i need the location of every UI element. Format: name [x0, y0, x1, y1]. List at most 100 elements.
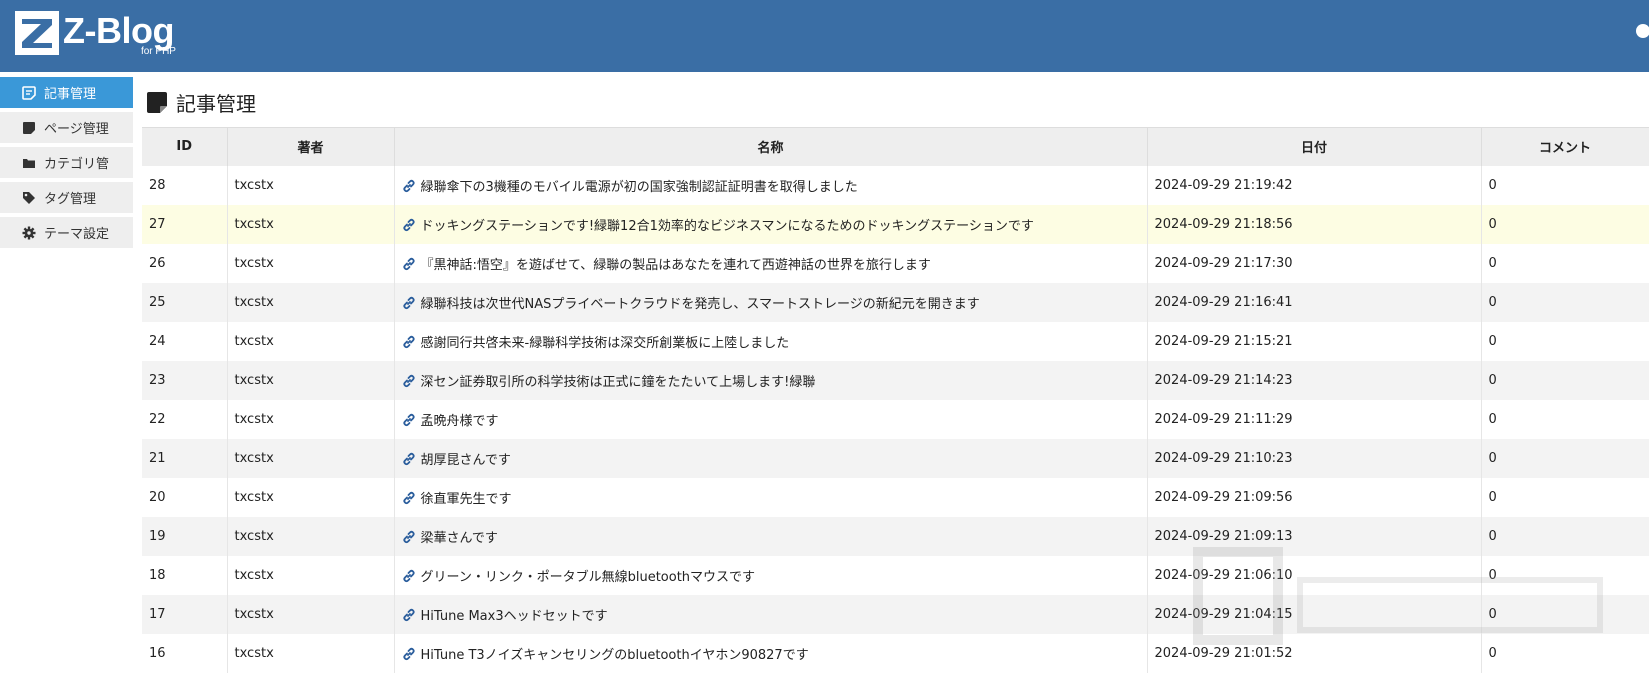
brand-name: Z-Blog for PHP — [63, 10, 176, 58]
sidebar: 記事管理ページ管理カテゴリ管タグ管理テーマ設定 — [0, 77, 133, 252]
cell-id: 22 — [142, 399, 228, 439]
article-title-link[interactable]: 『黒神話:悟空』を遊ばせて、緑聯の製品はあなたを連れて西遊神話の世界を旅行します — [421, 258, 931, 273]
table-row: 19 txcstx 梁華さんです 2024-09-29 21:09:13 0 — [142, 516, 1649, 556]
cell-title[interactable]: 緑聯科技は次世代NASプライベートクラウドを発売し、スマートストレージの新紀元を… — [394, 282, 1148, 322]
cell-comments: 0 — [1481, 204, 1649, 244]
cell-date: 2024-09-29 21:19:42 — [1147, 165, 1482, 205]
sidebar-item-folder[interactable]: カテゴリ管 — [0, 147, 133, 178]
sidebar-item-page[interactable]: ページ管理 — [0, 112, 133, 143]
cell-author: txcstx — [227, 165, 395, 205]
link-icon — [402, 491, 416, 505]
article-title-link[interactable]: 梁華さんです — [421, 531, 498, 546]
table-row: 18 txcstx グリーン・リンク・ポータブル無線bluetoothマウスです 20… — [142, 555, 1649, 595]
article-title-link[interactable]: 孟晩舟様です — [421, 414, 499, 429]
article-title-link[interactable]: 深セン証券取引所の科学技術は正式に鐘をたたいて上場します!緑聯 — [421, 375, 816, 390]
sidebar-item-label: カテゴリ管 — [44, 157, 110, 172]
column-header-comments[interactable]: コメント — [1481, 127, 1649, 166]
cell-date: 2024-09-29 21:09:13 — [1147, 516, 1482, 556]
cell-date: 2024-09-29 21:18:56 — [1147, 204, 1482, 244]
cell-title[interactable]: ドッキングステーションです!緑聯12合1効率的なビジネスマンになるためのドッキン… — [394, 204, 1148, 244]
table-row: 17 txcstx HiTune Max3ヘッドセットです 2024-09-29 21… — [142, 594, 1649, 634]
cell-title[interactable]: HiTune T3ノイズキャンセリングのbluetoothイヤホン90827です — [394, 633, 1148, 673]
table-row: 28 txcstx 緑聯傘下の3機種のモバイル電源が初の国家強制認証証明書を取得しま… — [142, 165, 1649, 205]
cell-author: txcstx — [227, 516, 395, 556]
cell-comments: 0 — [1481, 477, 1649, 517]
cell-id: 21 — [142, 438, 228, 478]
article-title-link[interactable]: HiTune Max3ヘッドセットです — [421, 609, 608, 624]
cell-title[interactable]: 孟晩舟様です — [394, 399, 1148, 439]
gear-icon — [22, 226, 36, 240]
link-icon — [402, 218, 416, 232]
cell-title[interactable]: 『黒神話:悟空』を遊ばせて、緑聯の製品はあなたを連れて西遊神話の世界を旅行します — [394, 243, 1148, 283]
cell-id: 26 — [142, 243, 228, 283]
table-row: 23 txcstx 深セン証券取引所の科学技術は正式に鐘をたたいて上場します!緑聯 2… — [142, 360, 1649, 400]
cell-author: txcstx — [227, 438, 395, 478]
cell-date: 2024-09-29 21:17:30 — [1147, 243, 1482, 283]
cell-title[interactable]: 梁華さんです — [394, 516, 1148, 556]
table-row: 20 txcstx 徐直軍先生です 2024-09-29 21:09:56 0 — [142, 477, 1649, 517]
cell-author: txcstx — [227, 321, 395, 361]
sidebar-item-label: ページ管理 — [44, 122, 109, 137]
cell-id: 17 — [142, 594, 228, 634]
link-icon — [402, 257, 416, 271]
cell-author: txcstx — [227, 477, 395, 517]
column-header-id[interactable]: ID — [142, 127, 228, 166]
table-row: 21 txcstx 胡厚昆さんです 2024-09-29 21:10:23 0 — [142, 438, 1649, 478]
sidebar-item-gear[interactable]: テーマ設定 — [0, 217, 133, 248]
cell-id: 24 — [142, 321, 228, 361]
cell-title[interactable]: 深セン証券取引所の科学技術は正式に鐘をたたいて上場します!緑聯 — [394, 360, 1148, 400]
article-title-link[interactable]: HiTune T3ノイズキャンセリングのbluetoothイヤホン90827です — [421, 648, 809, 663]
article-title-link[interactable]: 緑聯傘下の3機種のモバイル電源が初の国家強制認証証明書を取得しました — [421, 180, 858, 195]
cell-id: 19 — [142, 516, 228, 556]
article-title-link[interactable]: グリーン・リンク・ポータブル無線bluetoothマウスです — [421, 570, 756, 585]
cell-comments: 0 — [1481, 516, 1649, 556]
cell-author: txcstx — [227, 360, 395, 400]
article-title-link[interactable]: 感謝同行共啓未来-緑聯科学技術は深交所創業板に上陸しました — [421, 336, 790, 351]
top-header-bar: Z-Blog for PHP — [0, 0, 1649, 72]
link-icon — [402, 413, 416, 427]
cell-date: 2024-09-29 21:11:29 — [1147, 399, 1482, 439]
cell-title[interactable]: 緑聯傘下の3機種のモバイル電源が初の国家強制認証証明書を取得しました — [394, 165, 1148, 205]
cell-date: 2024-09-29 21:09:56 — [1147, 477, 1482, 517]
link-icon — [402, 530, 416, 544]
table-row: 16 txcstx HiTune T3ノイズキャンセリングのbluetoothイヤホ… — [142, 633, 1649, 673]
article-title-link[interactable]: 緑聯科技は次世代NASプライベートクラウドを発売し、スマートストレージの新紀元を… — [421, 297, 980, 312]
link-icon — [402, 335, 416, 349]
cell-author: txcstx — [227, 555, 395, 595]
cell-comments: 0 — [1481, 165, 1649, 205]
article-title-link[interactable]: 胡厚昆さんです — [421, 453, 511, 468]
globe-icon[interactable] — [1636, 24, 1649, 38]
article-title-link[interactable]: ドッキングステーションです!緑聯12合1効率的なビジネスマンになるためのドッキン… — [421, 219, 1034, 234]
sidebar-item-tag[interactable]: タグ管理 — [0, 182, 133, 213]
cell-title[interactable]: 胡厚昆さんです — [394, 438, 1148, 478]
column-header-author[interactable]: 著者 — [227, 127, 395, 166]
link-icon — [402, 179, 416, 193]
article-title-link[interactable]: 徐直軍先生です — [421, 492, 512, 507]
sidebar-item-label: タグ管理 — [44, 192, 97, 207]
column-header-date[interactable]: 日付 — [1147, 127, 1482, 166]
cell-comments: 0 — [1481, 633, 1649, 673]
cell-id: 28 — [142, 165, 228, 205]
table-row: 27 txcstx ドッキングステーションです!緑聯12合1効率的なビジネスマンにな… — [142, 204, 1649, 244]
zblog-logo[interactable]: Z-Blog for PHP — [15, 10, 176, 58]
cell-title[interactable]: 感謝同行共啓未来-緑聯科学技術は深交所創業板に上陸しました — [394, 321, 1148, 361]
cell-author: txcstx — [227, 399, 395, 439]
link-icon — [402, 296, 416, 310]
cell-title[interactable]: グリーン・リンク・ポータブル無線bluetoothマウスです — [394, 555, 1148, 595]
cell-comments: 0 — [1481, 594, 1649, 634]
cell-id: 20 — [142, 477, 228, 517]
cell-comments: 0 — [1481, 399, 1649, 439]
table-row: 24 txcstx 感謝同行共啓未来-緑聯科学技術は深交所創業板に上陸しました 202… — [142, 321, 1649, 361]
cell-id: 16 — [142, 633, 228, 673]
column-header-title[interactable]: 名称 — [394, 127, 1148, 166]
cell-comments: 0 — [1481, 282, 1649, 322]
article-icon — [22, 85, 36, 100]
cell-id: 25 — [142, 282, 228, 322]
sidebar-item-article[interactable]: 記事管理 — [0, 77, 133, 108]
cell-title[interactable]: HiTune Max3ヘッドセットです — [394, 594, 1148, 634]
sidebar-item-label: テーマ設定 — [44, 227, 110, 242]
cell-author: txcstx — [227, 204, 395, 244]
cell-date: 2024-09-29 21:16:41 — [1147, 282, 1482, 322]
cell-title[interactable]: 徐直軍先生です — [394, 477, 1148, 517]
cell-comments: 0 — [1481, 321, 1649, 361]
